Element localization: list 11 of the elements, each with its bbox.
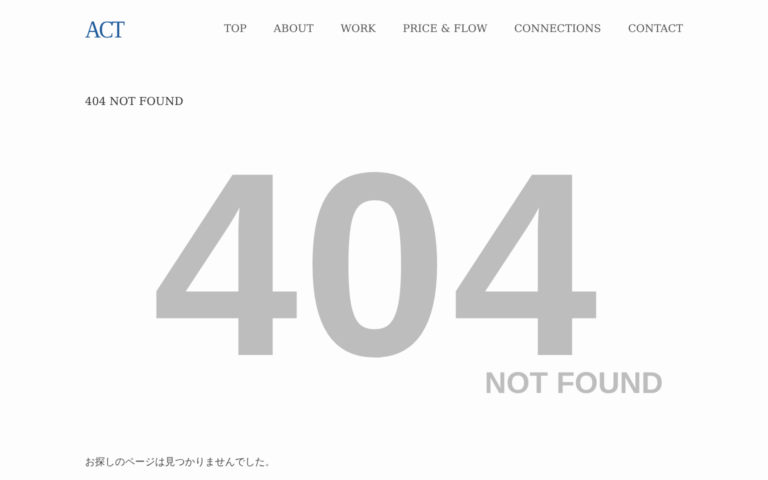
nav-link[interactable]: PRICE & FLOW <box>402 22 488 38</box>
nav-link[interactable]: ABOUT <box>274 22 314 38</box>
not-found-message: お探しのページは見つかりませんでした。 <box>85 456 276 470</box>
nav-link[interactable]: CONTACT <box>628 22 683 38</box>
page-title: 404 NOT FOUND <box>85 96 184 107</box>
nav-link[interactable]: TOP <box>224 22 247 38</box>
nav-link[interactable]: CONNECTIONS <box>514 22 602 38</box>
error-caption: NOT FOUND <box>484 369 663 399</box>
logo[interactable]: ACT <box>85 18 123 42</box>
nav-link[interactable]: WORK <box>340 22 376 38</box>
error-code: 404 <box>152 165 602 365</box>
